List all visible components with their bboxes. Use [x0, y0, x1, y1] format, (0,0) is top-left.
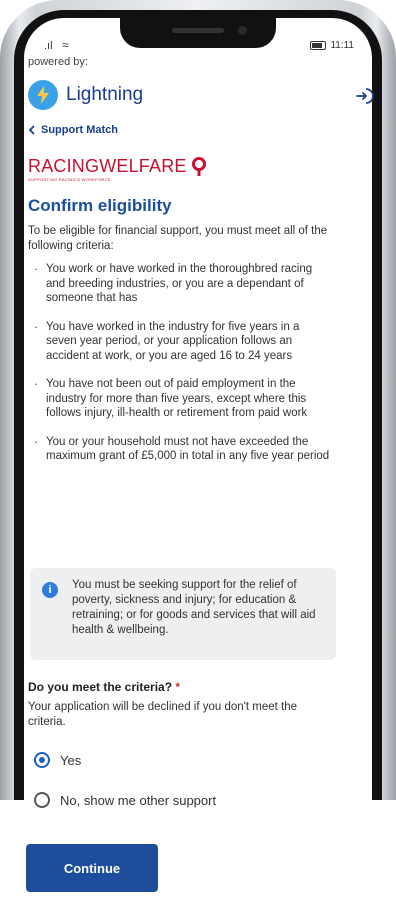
criteria-list: You work or have worked in the thoroughb…: [32, 262, 332, 478]
racing-welfare-logo: RACINGWELFARE SUPPORTING RACING'S WORKFO…: [28, 156, 207, 182]
logout-icon[interactable]: [354, 86, 374, 106]
criteria-item: You or your household must not have exce…: [32, 435, 332, 464]
partner-name-text: RACINGWELFARE: [28, 156, 187, 176]
info-callout: i You must be seeking support for the re…: [30, 568, 336, 660]
wifi-icon: ≈: [62, 38, 69, 52]
battery-icon: [310, 41, 327, 50]
page-title: Confirm eligibility: [28, 196, 172, 215]
info-icon: i: [42, 582, 58, 598]
status-time: 11:11: [330, 40, 354, 51]
question-label: Do you meet the criteria? *: [28, 680, 180, 694]
back-link[interactable]: Support Match: [28, 124, 118, 136]
radio-button-unchecked[interactable]: [34, 792, 50, 808]
required-marker: *: [175, 680, 181, 694]
radio-option-no[interactable]: No, show me other support: [34, 792, 216, 808]
brand-logo[interactable]: Lightning: [28, 80, 143, 110]
brand-name: Lightning: [66, 84, 144, 105]
back-link-label: Support Match: [41, 124, 118, 136]
front-camera: [238, 26, 247, 35]
criteria-item: You work or have worked in the thoroughb…: [32, 262, 332, 306]
intro-text: To be eligible for financial support, yo…: [28, 225, 328, 252]
info-text: You must be seeking support for the reli…: [72, 579, 316, 636]
radio-label-no: No, show me other support: [60, 792, 217, 808]
battery-status: 11:11: [310, 40, 354, 51]
partner-tagline: SUPPORTING RACING'S WORKFORCE: [28, 177, 111, 182]
chevron-left-icon: [28, 125, 35, 135]
signal-icon: .ıl: [44, 40, 53, 52]
criteria-item: You have worked in the industry for five…: [32, 320, 332, 364]
location-pin-icon: [191, 156, 206, 176]
radio-option-yes[interactable]: Yes: [34, 752, 81, 768]
radio-button-checked[interactable]: [34, 752, 50, 768]
powered-by-label: powered by:: [28, 56, 88, 68]
phone-notch: [120, 18, 276, 48]
continue-button[interactable]: Continue: [26, 844, 158, 892]
partner-name: RACINGWELFARE: [28, 156, 207, 177]
question-text: Do you meet the criteria?: [28, 680, 173, 694]
radio-label-yes: Yes: [60, 752, 82, 768]
criteria-item: You have not been out of paid employment…: [32, 377, 332, 421]
speaker-grille: [172, 28, 224, 33]
help-text: Your application will be declined if you…: [28, 701, 297, 728]
lightning-bolt-icon: [28, 80, 58, 110]
